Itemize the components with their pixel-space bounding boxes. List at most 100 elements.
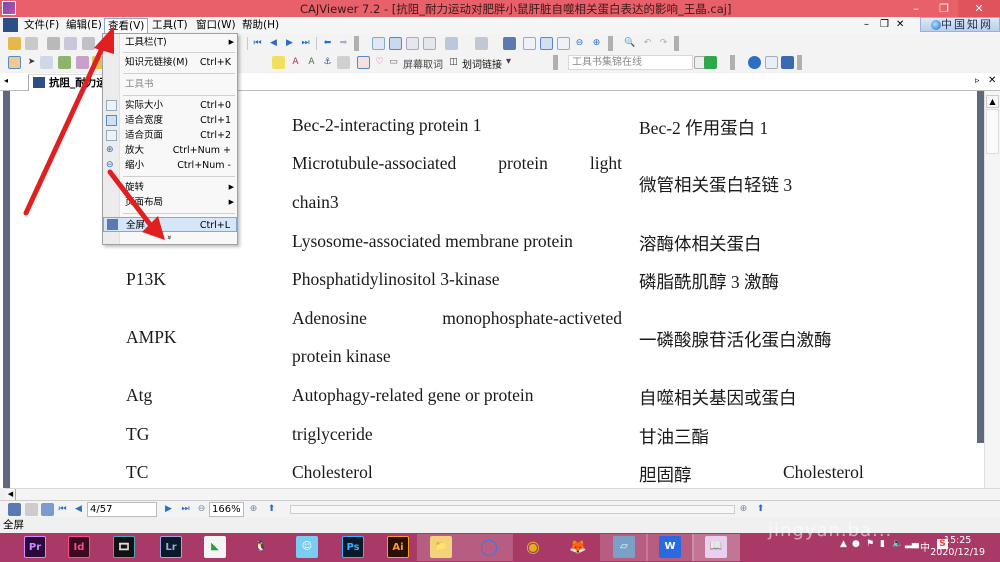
- menu-item-zoom-out[interactable]: ⊖ 缩小 Ctrl+Num -: [103, 158, 237, 173]
- continuous-page-icon[interactable]: [389, 37, 402, 50]
- help-icon[interactable]: [748, 56, 761, 69]
- highlight-icon[interactable]: [272, 56, 285, 69]
- mdi-minimize-button[interactable]: –: [864, 19, 869, 30]
- save-icon[interactable]: [25, 37, 38, 50]
- undo-icon[interactable]: ↶: [642, 38, 653, 49]
- menu-item-zoom-in[interactable]: ⊕ 放大 Ctrl+Num +: [103, 143, 237, 158]
- scroll-thumb[interactable]: [986, 109, 999, 154]
- single-page-icon[interactable]: [372, 37, 385, 50]
- menu-item-fullscreen[interactable]: 全屏 Ctrl+L: [103, 217, 237, 232]
- document-info-icon[interactable]: [765, 56, 778, 69]
- find-icon[interactable]: 🔍: [624, 38, 635, 49]
- rotate-icon[interactable]: [445, 37, 458, 50]
- app-icon[interactable]: [2, 1, 16, 15]
- menu-item-actual-size[interactable]: 实际大小 Ctrl+0: [103, 98, 237, 113]
- progress-track[interactable]: [290, 505, 735, 514]
- scroll-left-icon[interactable]: ◀: [6, 489, 16, 500]
- next-page-icon[interactable]: ▶: [284, 38, 295, 49]
- screen-word-lookup-button[interactable]: 屏幕取词: [403, 56, 443, 71]
- menu-edit[interactable]: 编辑(E): [63, 18, 105, 33]
- toolbar-grip[interactable]: [797, 55, 802, 70]
- first-page-button[interactable]: ⏮: [57, 504, 68, 515]
- strikethrough-icon[interactable]: A: [290, 57, 301, 68]
- taskbar-colorapp-icon[interactable]: ◣: [204, 536, 226, 558]
- fit-width-toolbar-icon[interactable]: [540, 37, 553, 50]
- menu-item-toolbar[interactable]: 工具栏(T) ▶: [103, 35, 237, 50]
- taskbar-chrome-icon[interactable]: ◉: [522, 536, 544, 558]
- menu-window[interactable]: 窗口(W): [193, 18, 239, 33]
- up-arrow-icon-2[interactable]: ⬆: [755, 504, 766, 515]
- taskbar-video-icon[interactable]: 🎞: [113, 536, 135, 558]
- taskbar-lightroom-icon[interactable]: Lr: [160, 536, 182, 558]
- redo-icon[interactable]: ↷: [658, 38, 669, 49]
- zoom-out-button[interactable]: ⊖: [196, 504, 207, 515]
- taskbar-indesign-icon[interactable]: Id: [68, 536, 90, 558]
- outline-view-icon[interactable]: [25, 503, 38, 516]
- underline-icon[interactable]: A: [306, 57, 317, 68]
- text-select-icon[interactable]: [40, 56, 53, 69]
- expand-menu-icon[interactable]: »: [165, 235, 174, 240]
- forward-icon[interactable]: ➡: [338, 38, 349, 49]
- last-page-icon[interactable]: ⏭: [300, 38, 311, 49]
- menu-item-knowledge-link[interactable]: 知识元链接(M) Ctrl+K: [103, 55, 237, 70]
- print-preview-icon[interactable]: [64, 37, 77, 50]
- taskbar-browser-icon[interactable]: ◯: [478, 536, 500, 558]
- zoom-in-toolbar-icon[interactable]: ⊕: [591, 38, 602, 49]
- image-select-icon[interactable]: [58, 56, 71, 69]
- links-icon[interactable]: ♡: [374, 57, 385, 68]
- word-link-icon[interactable]: ◫: [448, 57, 459, 68]
- taskbar-firefox-icon[interactable]: 🦊: [567, 536, 589, 558]
- zoom-level-input[interactable]: 166%: [209, 502, 244, 517]
- taskbar-notes-icon[interactable]: ☺: [296, 536, 318, 558]
- word-link-dropdown[interactable]: ▾: [506, 56, 511, 67]
- taskbar-wps-icon[interactable]: W: [659, 536, 681, 558]
- taskbar-explorer-icon[interactable]: 📁: [430, 536, 452, 558]
- minimize-button[interactable]: –: [902, 0, 930, 17]
- word-link-button[interactable]: 划词链接: [462, 56, 502, 71]
- fit-page-toolbar-icon[interactable]: [557, 37, 570, 50]
- open-icon[interactable]: [8, 37, 21, 50]
- book-mode-icon[interactable]: [423, 37, 436, 50]
- tab-close-icon[interactable]: ✕: [988, 75, 996, 86]
- menu-item-fit-width[interactable]: 适合宽度 Ctrl+1: [103, 113, 237, 128]
- tray-volume-icon[interactable]: 🔈: [892, 539, 903, 549]
- mdi-close-button[interactable]: ✕: [896, 19, 904, 30]
- screen-lookup-icon[interactable]: ▭: [388, 57, 399, 68]
- note-icon[interactable]: [357, 56, 370, 69]
- taskbar-cajviewer-icon[interactable]: 📖: [705, 536, 727, 558]
- toolbar-grip[interactable]: [674, 36, 679, 51]
- mdi-restore-button[interactable]: ❐: [880, 19, 889, 30]
- toolbar-grip[interactable]: [354, 36, 359, 51]
- menu-item-rotate[interactable]: 旋转 ▶: [103, 180, 237, 195]
- about-icon[interactable]: [781, 56, 794, 69]
- anchor-icon[interactable]: ⚓: [322, 57, 333, 68]
- scroll-up-icon[interactable]: ▲: [986, 95, 999, 108]
- taskbar-illustrator-icon[interactable]: Ai: [387, 536, 409, 558]
- menu-file[interactable]: 文件(F): [21, 18, 62, 33]
- prev-page-icon[interactable]: ◀: [268, 38, 279, 49]
- snapshot-icon[interactable]: [76, 56, 89, 69]
- prev-page-button[interactable]: ◀: [73, 504, 84, 515]
- vertical-scrollbar[interactable]: ▲: [984, 91, 1000, 488]
- hand-tool-icon[interactable]: [8, 56, 21, 69]
- taskbar-qq-icon[interactable]: 🐧: [250, 536, 272, 558]
- toolbar-grip[interactable]: [553, 55, 558, 70]
- up-arrow-icon[interactable]: ⬆: [266, 504, 277, 515]
- print-icon[interactable]: [47, 37, 60, 50]
- tray-ime-indicator[interactable]: 中: [920, 539, 930, 554]
- taskbar-clock[interactable]: 15:25 2020/12/19: [930, 535, 985, 559]
- taskbar-premiere-icon[interactable]: Pr: [24, 536, 46, 558]
- dual-view-icon[interactable]: [41, 503, 54, 516]
- rotate2-icon[interactable]: [475, 37, 488, 50]
- page-number-input[interactable]: 4/57: [87, 502, 157, 517]
- tray-network-icon[interactable]: ▂▄: [905, 539, 919, 549]
- go-icon[interactable]: [704, 56, 717, 69]
- select-arrow-icon[interactable]: ➤: [26, 57, 37, 68]
- thumbnail-view-icon[interactable]: [8, 503, 21, 516]
- back-icon[interactable]: ⬅: [322, 38, 333, 49]
- close-button[interactable]: ✕: [958, 0, 1000, 17]
- toolbook-search-input[interactable]: 工具书集锦在线: [568, 55, 693, 70]
- first-page-icon[interactable]: ⏮: [252, 38, 263, 49]
- horizontal-scrollbar[interactable]: ◀: [5, 488, 1000, 500]
- taskbar-notepad-icon[interactable]: ▱: [613, 536, 635, 558]
